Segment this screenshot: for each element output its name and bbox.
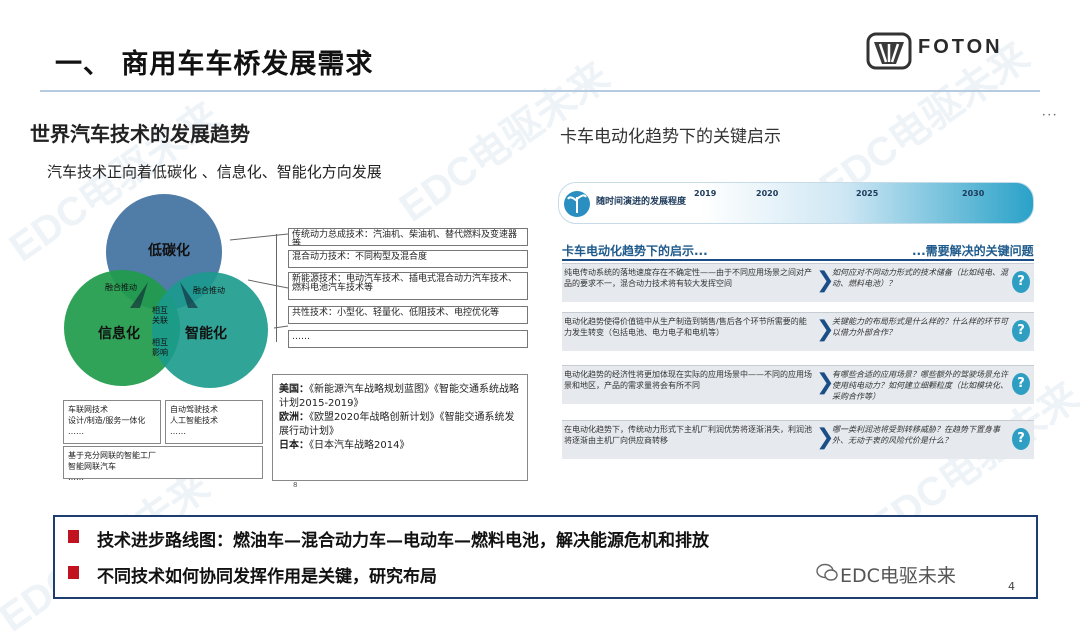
- issue-text: 如何应对不同动力形式的技术储备（比如纯电、混动、燃料电池）？: [832, 268, 1008, 288]
- tech-item: ……: [288, 330, 528, 348]
- timeline-label: 随时间演进的发展程度: [596, 197, 687, 207]
- small-page-mark: 8: [293, 481, 298, 489]
- title-divider: [40, 90, 1040, 92]
- insight-row: 电动化趋势使得价值链中从生产制造到销售/售后各个环节所需要的能力发生转变（包括电…: [562, 312, 1034, 351]
- insight-text: 电动化趋势的经济性将更加体现在实际的应用场景中——不同的应用场景和地区，产品的需…: [564, 370, 812, 390]
- side-mark: • • •: [1042, 112, 1057, 119]
- page-number: 4: [1008, 580, 1015, 593]
- tech-item: 共性技术：小型化、轻量化、低阻技术、电控优化等: [288, 306, 528, 324]
- intelligence-label: 智能化: [185, 326, 227, 342]
- question-icon: ?: [1012, 428, 1030, 450]
- question-icon: ?: [1012, 320, 1030, 342]
- tech-list: 传统动力总成技术：汽油机、柴油机、替代燃料及变速器等 混合动力技术：不同构型及混…: [288, 226, 528, 360]
- factory-tech-box: 基于充分网联的智能工厂 智能网联汽车 ……: [63, 446, 263, 482]
- tech-item: 传统动力总成技术：汽油机、柴油机、替代燃料及变速器等: [288, 228, 528, 246]
- info-tech-box: 车联网技术 设计/制造/服务一体化 ……: [63, 400, 161, 444]
- foton-logo-text: FOTON: [918, 36, 1003, 58]
- timeline-year: 2025: [856, 189, 879, 198]
- timeline-year: 2019: [694, 189, 717, 198]
- fusion-left-label: 融合推动: [105, 283, 137, 292]
- bullet-icon: [68, 530, 79, 543]
- venn-diagram: [64, 194, 289, 388]
- issue-text: 有哪些合适的应用场景？哪些额外的驾驶场景允许使用纯电动力？如何建立细颗粒度（比如…: [832, 370, 1008, 401]
- left-section-subtitle: 汽车技术正向着低碳化 、信息化、智能化方向发展: [47, 163, 382, 181]
- brand-watermark-text: EDC电驱未来: [840, 565, 956, 587]
- wechat-icon: [816, 563, 838, 581]
- insights-heading: 卡车电动化趋势下的启示...: [562, 244, 708, 258]
- issue-text: 关键能力的布局形式是什么样的？什么样的环节可以借力外部合作？: [832, 317, 1008, 337]
- plan-country: 美国：: [279, 384, 309, 395]
- left-section-title: 世界汽车技术的发展趋势: [30, 122, 250, 146]
- fusion-right-label: 融合推动: [193, 286, 225, 295]
- informatization-label: 信息化: [98, 326, 140, 342]
- plan-text: 《日本汽车战略2014》: [309, 440, 410, 451]
- tech-item: 混合动力技术：不同构型及混合度: [288, 250, 528, 268]
- plan-text: 《欧盟2020年战略创新计划》《智能交通系统发展行动计划》: [279, 412, 515, 437]
- plant-icon: [564, 191, 590, 217]
- national-plans-box: 美国：《新能源汽车战略规划蓝图》《智能交通系统战略计划2015-2019》 欧洲…: [272, 374, 528, 481]
- timeline-year: 2020: [756, 189, 779, 198]
- plan-country: 日本：: [279, 440, 309, 451]
- summary-line: 不同技术如何协同发挥作用是关键，研究布局: [97, 567, 437, 587]
- insight-text: 纯电传动系统的落地速度存在不确定性——由于不同应用场景之间对产品的要求不一，混合…: [564, 268, 812, 288]
- question-icon: ?: [1012, 373, 1030, 395]
- plan-country: 欧洲：: [279, 412, 309, 423]
- heading-divider: [562, 259, 1034, 261]
- insight-text: 在电动化趋势下，传统动力形式下主机厂利润优势将逐渐消失，利润池将逐渐由主机厂向供…: [564, 425, 812, 445]
- issues-heading: ...需要解决的关键问题: [912, 244, 1034, 258]
- bullet-icon: [68, 566, 79, 579]
- page-title: 一、 商用车车桥发展需求: [55, 49, 374, 80]
- plan-item: 美国：《新能源汽车战略规划蓝图》《智能交通系统战略计划2015-2019》: [279, 383, 521, 411]
- insight-row: 在电动化趋势下，传统动力形式下主机厂利润优势将逐渐消失，利润池将逐渐由主机厂向供…: [562, 420, 1034, 459]
- timeline-year: 2030: [962, 189, 985, 198]
- plan-item: 欧洲：《欧盟2020年战略创新计划》《智能交通系统发展行动计划》: [279, 411, 521, 439]
- insight-text: 电动化趋势使得价值链中从生产制造到销售/售后各个环节所需要的能力发生转变（包括电…: [564, 317, 807, 337]
- tech-item: 新能源技术：电动汽车技术、插电式混合动力汽车技术、燃料电池汽车技术等: [288, 272, 528, 300]
- issue-text: 哪一类利润池将受到转移威胁？在趋势下置身事外、无动于衷的风险代价是什么？: [832, 425, 1000, 445]
- insight-row: 纯电传动系统的落地速度存在不确定性——由于不同应用场景之间对产品的要求不一，混合…: [562, 263, 1034, 302]
- low-carbon-label: 低碳化: [148, 243, 190, 259]
- right-section-title: 卡车电动化趋势下的关键启示: [560, 127, 781, 147]
- plan-item: 日本：《日本汽车战略2014》: [279, 439, 521, 453]
- mutual-influence-label: 相互影响: [152, 338, 168, 357]
- mutual-relation-label: 相互关联: [152, 306, 168, 325]
- intel-tech-box: 自动驾驶技术 人工智能技术 ……: [165, 400, 263, 444]
- question-icon: ?: [1012, 271, 1030, 293]
- summary-line: 技术进步路线图：燃油车—混合动力车—电动车—燃料电池，解决能源危机和排放: [97, 531, 709, 551]
- plan-text: 《新能源汽车战略规划蓝图》《智能交通系统战略计划2015-2019》: [279, 384, 519, 409]
- insight-row: 电动化趋势的经济性将更加体现在实际的应用场景中——不同的应用场景和地区，产品的需…: [562, 365, 1034, 404]
